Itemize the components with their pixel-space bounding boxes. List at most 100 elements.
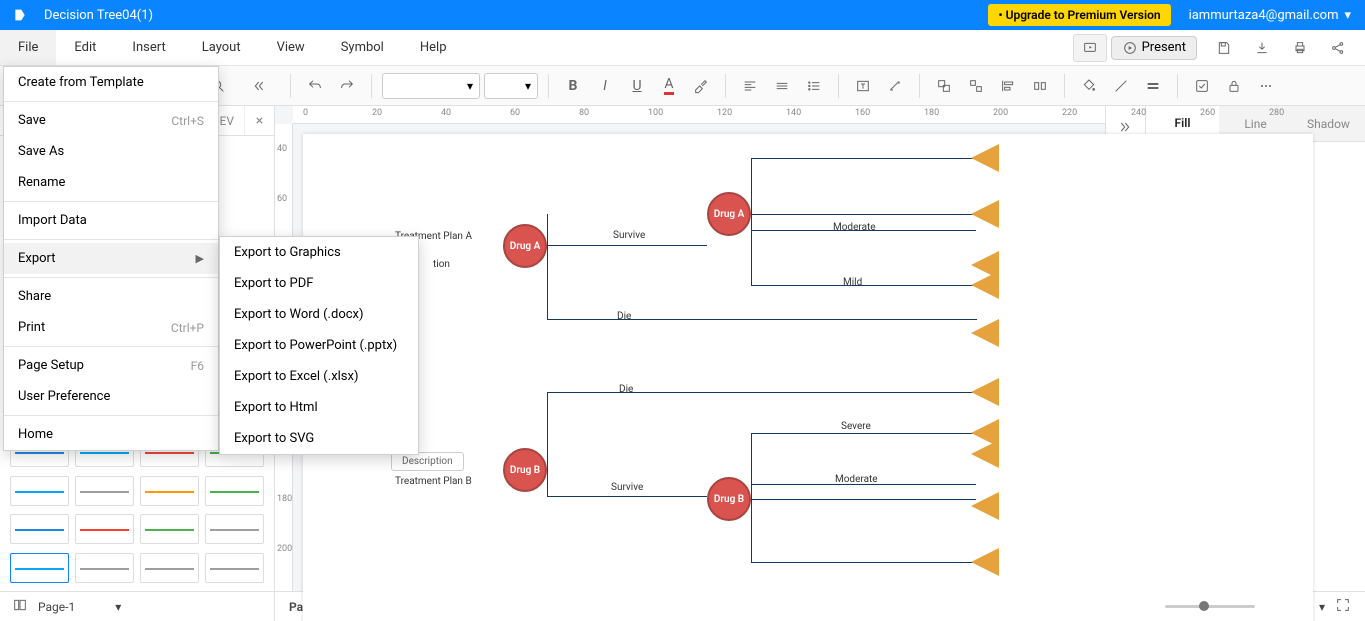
font-size-select[interactable]: ▾ bbox=[484, 73, 538, 99]
menu-layout[interactable]: Layout bbox=[184, 30, 259, 65]
edge bbox=[751, 562, 976, 563]
check-button[interactable] bbox=[1188, 72, 1216, 100]
bold-button[interactable]: B bbox=[559, 72, 587, 100]
font-family-select[interactable]: ▾ bbox=[382, 73, 480, 99]
align-shapes-button[interactable] bbox=[994, 72, 1022, 100]
highlight-button[interactable] bbox=[687, 72, 715, 100]
share-icon-button[interactable] bbox=[1321, 34, 1355, 62]
align-vertical-button[interactable] bbox=[768, 72, 796, 100]
page-layout-icon[interactable] bbox=[12, 597, 28, 616]
present-button[interactable]: Present bbox=[1111, 36, 1197, 60]
file-print[interactable]: PrintCtrl+P bbox=[4, 312, 218, 343]
edge bbox=[547, 392, 548, 496]
account-menu[interactable]: iammurtaza4@gmail.com ▾ bbox=[1189, 8, 1365, 23]
save-icon-button[interactable] bbox=[1207, 34, 1241, 62]
terminal-tri[interactable] bbox=[971, 200, 999, 228]
export-word[interactable]: Export to Word (.docx) bbox=[220, 299, 418, 330]
menu-edit[interactable]: Edit bbox=[56, 30, 114, 65]
node-drug-a[interactable]: Drug A bbox=[503, 224, 547, 268]
file-page-setup[interactable]: Page SetupF6 bbox=[4, 350, 218, 381]
shape-thumb[interactable] bbox=[205, 553, 264, 583]
group-button[interactable] bbox=[930, 72, 958, 100]
menu-view[interactable]: View bbox=[259, 30, 323, 65]
fill-color-button[interactable] bbox=[1075, 72, 1103, 100]
bottom-left-controls: Page-1▾ bbox=[0, 592, 275, 621]
shape-thumb[interactable] bbox=[10, 553, 69, 583]
shape-thumb[interactable] bbox=[140, 476, 199, 506]
shape-thumb[interactable] bbox=[140, 553, 199, 583]
terminal-tri[interactable] bbox=[971, 548, 999, 576]
redo-button[interactable] bbox=[333, 72, 361, 100]
menu-help[interactable]: Help bbox=[402, 30, 465, 65]
shape-thumb[interactable] bbox=[75, 514, 134, 544]
terminal-tri[interactable] bbox=[971, 378, 999, 406]
export-svg[interactable]: Export to SVG bbox=[220, 423, 418, 454]
undo-button[interactable] bbox=[301, 72, 329, 100]
file-save[interactable]: SaveCtrl+S bbox=[4, 105, 218, 136]
app-logo-icon bbox=[0, 7, 40, 23]
collapse-left-icon[interactable] bbox=[244, 72, 272, 100]
slideshow-icon-button[interactable] bbox=[1073, 34, 1107, 62]
file-export[interactable]: Export▶ bbox=[4, 243, 218, 274]
file-create-template[interactable]: Create from Template bbox=[4, 67, 218, 98]
underline-button[interactable]: U bbox=[623, 72, 651, 100]
file-share[interactable]: Share bbox=[4, 281, 218, 312]
shape-thumb[interactable] bbox=[140, 514, 199, 544]
shape-thumb[interactable] bbox=[75, 476, 134, 506]
shape-gallery bbox=[0, 431, 274, 591]
file-user-preference[interactable]: User Preference bbox=[4, 381, 218, 412]
menu-file[interactable]: File bbox=[0, 30, 56, 65]
print-icon-button[interactable] bbox=[1283, 34, 1317, 62]
italic-button[interactable]: I bbox=[591, 72, 619, 100]
export-pdf[interactable]: Export to PDF bbox=[220, 268, 418, 299]
menu-insert[interactable]: Insert bbox=[114, 30, 183, 65]
node-drug-b[interactable]: Drug B bbox=[503, 448, 547, 492]
chevron-down-icon[interactable]: ▾ bbox=[1319, 600, 1325, 614]
close-left-tab-icon[interactable]: × bbox=[244, 106, 274, 135]
edge bbox=[751, 499, 976, 500]
file-import-data[interactable]: Import Data bbox=[4, 205, 218, 236]
shape-thumb[interactable] bbox=[10, 514, 69, 544]
bullets-button[interactable] bbox=[800, 72, 828, 100]
download-icon-button[interactable] bbox=[1245, 34, 1279, 62]
menu-symbol[interactable]: Symbol bbox=[323, 30, 402, 65]
line-color-button[interactable] bbox=[1107, 72, 1135, 100]
canvas-page[interactable]: Treatment Plan A tion Drug A Survive Die… bbox=[303, 134, 1313, 621]
shape-thumb[interactable] bbox=[205, 514, 264, 544]
zoom-slider-thumb[interactable] bbox=[1199, 601, 1209, 611]
upgrade-button[interactable]: • Upgrade to Premium Version bbox=[988, 4, 1170, 26]
label-moderate-a: Moderate bbox=[833, 222, 876, 233]
more-button[interactable] bbox=[1252, 72, 1280, 100]
align-left-button[interactable] bbox=[736, 72, 764, 100]
terminal-tri[interactable] bbox=[971, 440, 999, 468]
node-drug-b2[interactable]: Drug B bbox=[707, 477, 751, 521]
shape-thumb[interactable] bbox=[205, 476, 264, 506]
export-excel[interactable]: Export to Excel (.xlsx) bbox=[220, 361, 418, 392]
label-survive-a: Survive bbox=[613, 230, 645, 241]
file-rename[interactable]: Rename bbox=[4, 167, 218, 198]
lock-button[interactable] bbox=[1220, 72, 1248, 100]
export-graphics[interactable]: Export to Graphics bbox=[220, 237, 418, 268]
export-ppt[interactable]: Export to PowerPoint (.pptx) bbox=[220, 330, 418, 361]
terminal-tri[interactable] bbox=[971, 319, 999, 347]
font-color-button[interactable]: A bbox=[655, 72, 683, 100]
terminal-tri[interactable] bbox=[971, 144, 999, 172]
terminal-tri[interactable] bbox=[971, 492, 999, 520]
text-box-button[interactable] bbox=[849, 72, 877, 100]
shape-thumb[interactable] bbox=[10, 476, 69, 506]
file-home[interactable]: Home bbox=[4, 419, 218, 450]
fullscreen-icon[interactable] bbox=[1335, 597, 1351, 616]
file-save-as[interactable]: Save As bbox=[4, 136, 218, 167]
file-menu-dropdown: Create from Template SaveCtrl+S Save As … bbox=[3, 66, 219, 451]
zoom-slider[interactable] bbox=[1165, 605, 1255, 608]
export-html[interactable]: Export to Html bbox=[220, 392, 418, 423]
line-style-button[interactable] bbox=[1139, 72, 1167, 100]
shape-thumb[interactable] bbox=[75, 553, 134, 583]
node-drug-a2[interactable]: Drug A bbox=[707, 192, 751, 236]
page-selector[interactable]: Page-1▾ bbox=[38, 600, 121, 614]
size-match-button[interactable] bbox=[1026, 72, 1054, 100]
ungroup-button[interactable] bbox=[962, 72, 990, 100]
menubar: File Edit Insert Layout View Symbol Help… bbox=[0, 30, 1365, 66]
connector-button[interactable] bbox=[881, 72, 909, 100]
terminal-tri[interactable] bbox=[971, 271, 999, 299]
